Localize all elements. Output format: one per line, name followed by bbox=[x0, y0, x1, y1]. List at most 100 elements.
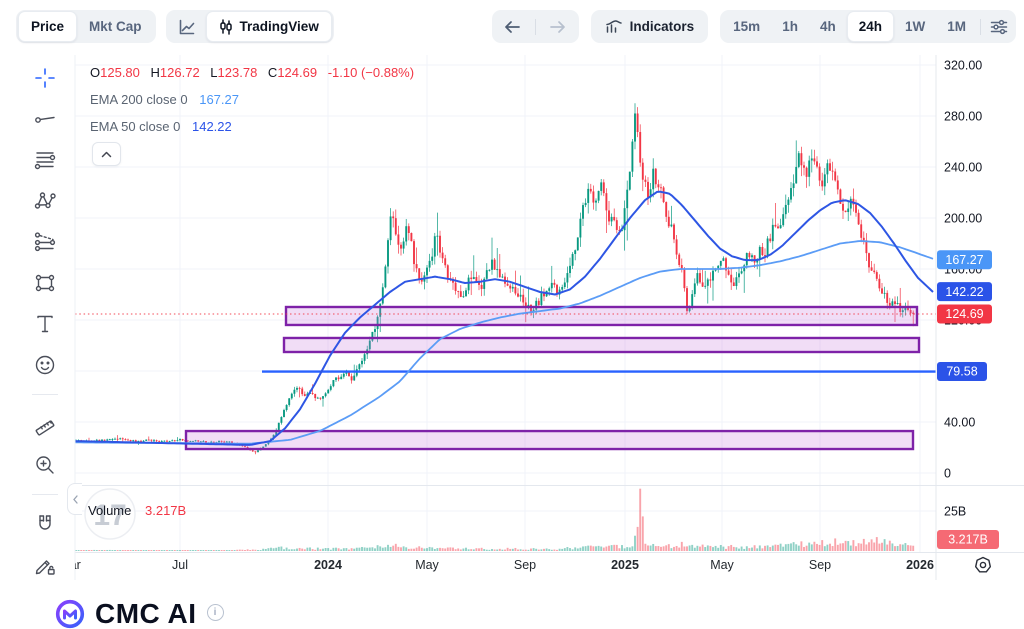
toolbar-collapse-handle[interactable] bbox=[67, 483, 82, 515]
volume-value: 3.217B bbox=[145, 503, 186, 518]
svg-text:40.00: 40.00 bbox=[944, 415, 975, 429]
svg-text:3.217B: 3.217B bbox=[948, 533, 988, 547]
svg-text:280.00: 280.00 bbox=[944, 109, 982, 123]
mktcap-tab[interactable]: Mkt Cap bbox=[77, 12, 154, 41]
forward-arrow-icon bbox=[549, 20, 566, 34]
ruler-tool[interactable] bbox=[27, 406, 63, 442]
indicators-button[interactable]: Indicators bbox=[593, 12, 707, 41]
magnet-tool[interactable] bbox=[27, 506, 63, 542]
projection-icon bbox=[33, 230, 57, 254]
line-chart-button[interactable] bbox=[168, 12, 206, 41]
time-axis[interactable]: MarJul2024MaySep2025MaySep2026 bbox=[59, 558, 934, 572]
history-nav bbox=[492, 10, 579, 43]
open-value: 125.80 bbox=[100, 65, 140, 80]
change-value: -1.10 (−0.88%) bbox=[328, 65, 414, 80]
svg-text:240.00: 240.00 bbox=[944, 160, 982, 174]
svg-text:79.58: 79.58 bbox=[946, 365, 977, 379]
svg-text:25B: 25B bbox=[944, 504, 966, 518]
supply-demand-zones[interactable] bbox=[186, 307, 919, 449]
draw-lock-icon bbox=[33, 553, 57, 577]
price-tab[interactable]: Price bbox=[18, 11, 77, 42]
back-arrow-button[interactable] bbox=[494, 12, 532, 41]
cmc-price-chart-page: { "toolbar": { "left": { "price_label": … bbox=[0, 0, 1024, 626]
line-chart-icon bbox=[178, 18, 196, 36]
magnet-icon bbox=[33, 512, 57, 536]
ema200-row[interactable]: EMA 200 close 0 167.27 bbox=[90, 86, 414, 113]
tf-4h[interactable]: 4h bbox=[809, 12, 847, 41]
chart-toolbar-right: Indicators 15m 1h 4h 24h 1W 1M bbox=[492, 10, 1016, 43]
low-value: 123.78 bbox=[218, 65, 258, 80]
indicators-icon bbox=[605, 19, 623, 34]
volume-bars bbox=[75, 489, 914, 551]
ema50-row[interactable]: EMA 50 close 0 142.22 bbox=[90, 113, 414, 140]
chevron-up-icon bbox=[101, 151, 112, 158]
tf-1w[interactable]: 1W bbox=[894, 12, 936, 41]
timeframe-settings-button[interactable] bbox=[984, 12, 1014, 41]
fib-retracement-tool[interactable] bbox=[27, 142, 63, 178]
tf-24h[interactable]: 24h bbox=[847, 11, 894, 42]
volume-legend[interactable]: Volume 3.217B bbox=[88, 503, 186, 518]
close-label: C bbox=[268, 65, 277, 80]
svg-text:320.00: 320.00 bbox=[944, 58, 982, 72]
low-label: L bbox=[210, 65, 217, 80]
ema50-value: 142.22 bbox=[192, 119, 232, 134]
rectangle-tool[interactable] bbox=[27, 265, 63, 301]
svg-text:Sep: Sep bbox=[809, 558, 831, 572]
tf-15m[interactable]: 15m bbox=[722, 12, 771, 41]
svg-text:167.27: 167.27 bbox=[945, 253, 983, 267]
forward-arrow-button[interactable] bbox=[539, 12, 577, 41]
zoom-in-tool[interactable] bbox=[27, 447, 63, 483]
tradingview-button[interactable]: TradingView bbox=[206, 11, 332, 42]
trend-line-icon bbox=[33, 107, 57, 131]
chart-type-toggle: TradingView bbox=[166, 10, 334, 43]
cmc-ai-title: CMC AI bbox=[95, 599, 197, 629]
cmc-ai-section: CMC AI i bbox=[55, 599, 224, 629]
crosshair-tool[interactable] bbox=[27, 60, 63, 96]
xabcd-pattern-tool[interactable] bbox=[27, 183, 63, 219]
projection-tool[interactable] bbox=[27, 224, 63, 260]
ohlc-row: O125.80 H126.72 L123.78 C124.69 -1.10 (−… bbox=[90, 59, 414, 86]
chart-legend: O125.80 H126.72 L123.78 C124.69 -1.10 (−… bbox=[90, 59, 414, 140]
tf-1m[interactable]: 1M bbox=[936, 12, 977, 41]
divider bbox=[32, 394, 58, 395]
high-value: 126.72 bbox=[160, 65, 200, 80]
draw-lock-tool[interactable] bbox=[27, 547, 63, 583]
svg-text:200.00: 200.00 bbox=[944, 211, 982, 225]
svg-text:2024: 2024 bbox=[314, 558, 342, 572]
ema50-label: EMA 50 close 0 bbox=[90, 119, 180, 134]
chevron-left-icon bbox=[73, 495, 78, 504]
crosshair-icon bbox=[33, 66, 57, 90]
back-arrow-icon bbox=[504, 20, 521, 34]
ema200-value: 167.27 bbox=[199, 92, 239, 107]
divider bbox=[535, 19, 536, 35]
sliders-icon bbox=[990, 19, 1008, 35]
tf-1h[interactable]: 1h bbox=[771, 12, 809, 41]
divider bbox=[32, 494, 58, 495]
svg-text:May: May bbox=[710, 558, 734, 572]
svg-text:0: 0 bbox=[944, 466, 951, 480]
emoji-icon bbox=[33, 353, 57, 377]
time-axis-settings-icon[interactable] bbox=[976, 558, 991, 572]
info-icon[interactable]: i bbox=[207, 604, 224, 621]
ruler-icon bbox=[33, 412, 57, 436]
text-tool[interactable] bbox=[27, 306, 63, 342]
zoom-in-icon bbox=[33, 453, 57, 477]
indicators-group: Indicators bbox=[591, 10, 709, 43]
text-icon bbox=[33, 312, 57, 336]
rectangle-icon bbox=[33, 271, 57, 295]
open-label: O bbox=[90, 65, 100, 80]
volume-label: Volume bbox=[88, 503, 131, 518]
emoji-tool[interactable] bbox=[27, 347, 63, 383]
svg-text:Jul: Jul bbox=[172, 558, 188, 572]
trend-line-tool[interactable] bbox=[27, 101, 63, 137]
divider bbox=[980, 19, 981, 35]
svg-text:124.69: 124.69 bbox=[945, 307, 983, 321]
timeframe-group: 15m 1h 4h 24h 1W 1M bbox=[720, 10, 1016, 43]
drawing-toolbar bbox=[24, 60, 66, 588]
ema200-label: EMA 200 close 0 bbox=[90, 92, 188, 107]
svg-text:Sep: Sep bbox=[514, 558, 536, 572]
candlestick-icon bbox=[219, 19, 233, 35]
svg-text:2026: 2026 bbox=[906, 558, 934, 572]
svg-text:142.22: 142.22 bbox=[945, 285, 983, 299]
legend-collapse-button[interactable] bbox=[92, 142, 121, 166]
